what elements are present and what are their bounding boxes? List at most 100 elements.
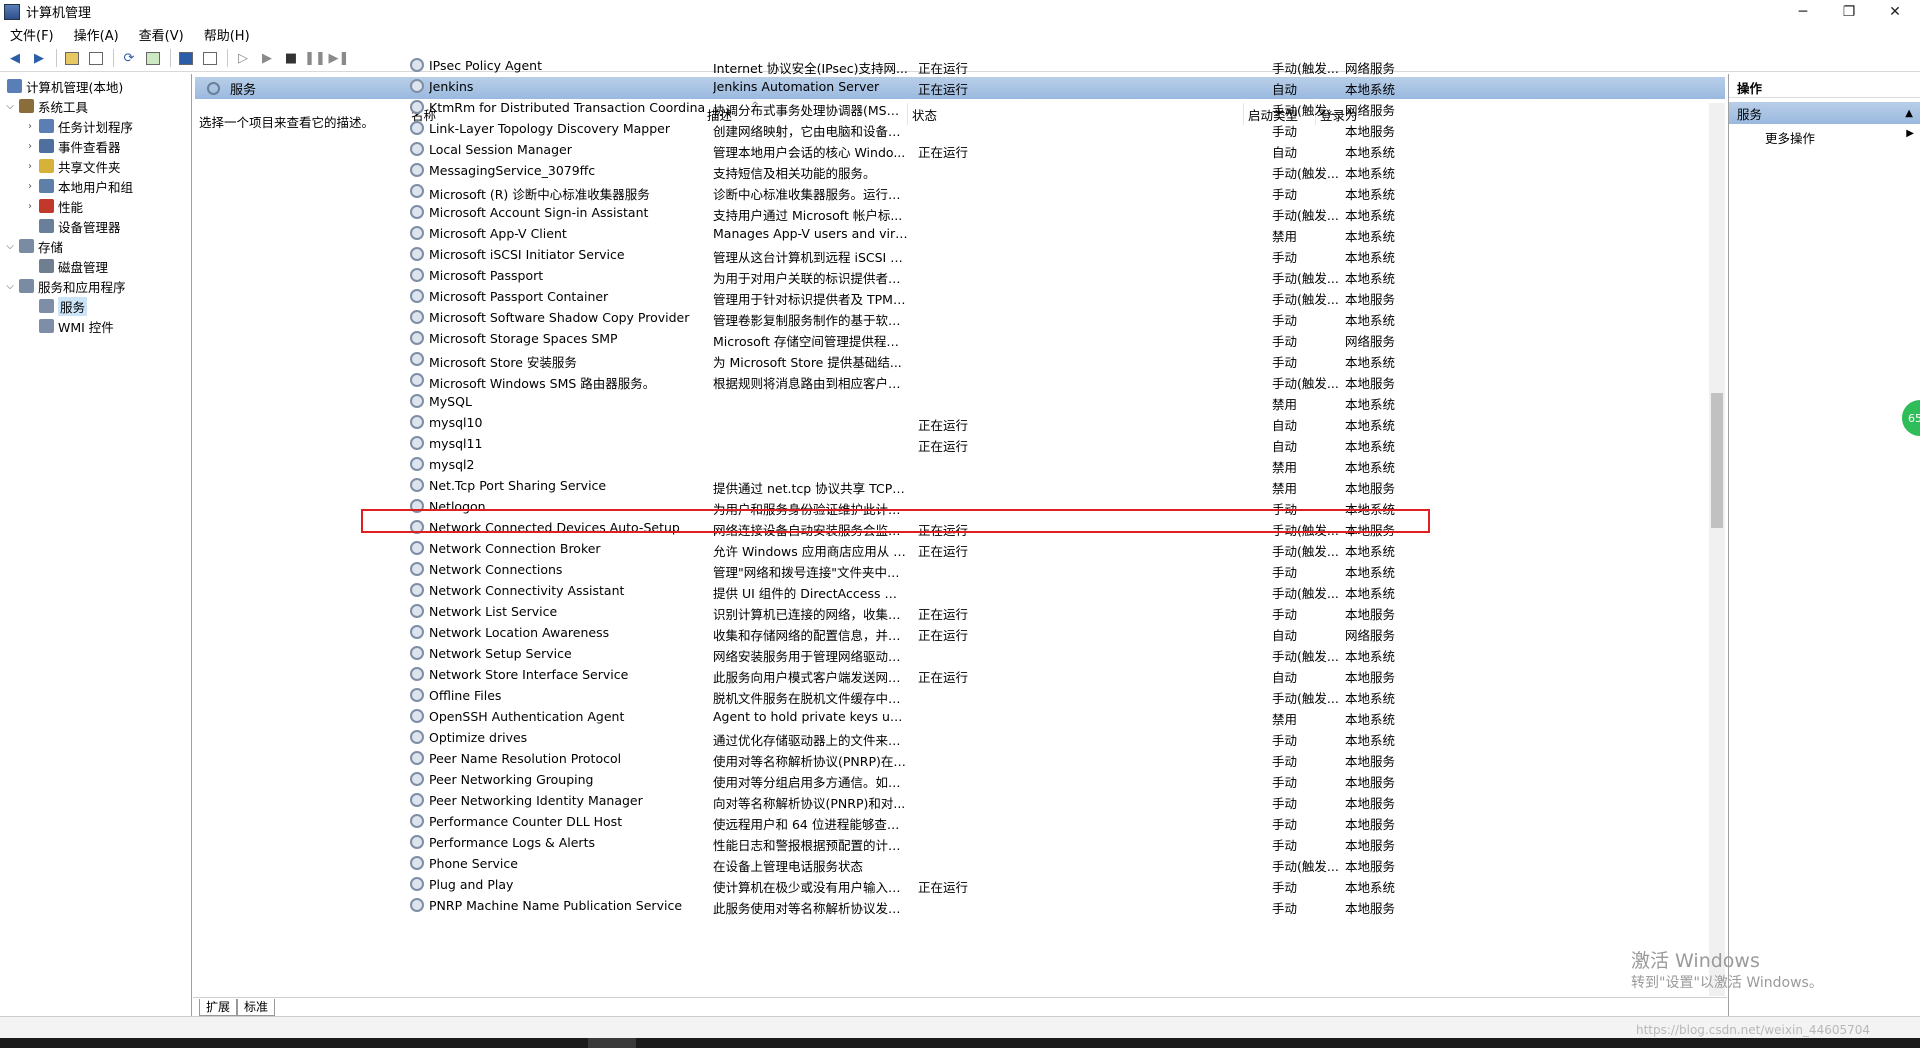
table-row[interactable]: Phone Service 在设备上管理电话服务状态 手动(触发... 本地服务: [218, 853, 1395, 874]
table-row[interactable]: Microsoft Storage Spaces SMP Microsoft 存储…: [218, 328, 1395, 349]
table-row[interactable]: Performance Counter DLL Host 使远程用户和 64 位进…: [218, 811, 1395, 832]
expand-right-icon[interactable]: ›: [24, 141, 36, 152]
table-row[interactable]: Peer Networking Identity Manager 向对等名称解析协…: [218, 790, 1395, 811]
service-name: Network Location Awareness: [429, 625, 610, 640]
service-startup-type: 手动: [1272, 355, 1298, 370]
menu-help[interactable]: 帮助(H): [194, 25, 260, 44]
table-row[interactable]: PNRP Machine Name Publication Service 此服务…: [218, 895, 1395, 916]
table-row[interactable]: Link-Layer Topology Discovery Mapper 创建网络…: [218, 118, 1395, 139]
tree-root[interactable]: 计算机管理(本地): [4, 76, 123, 96]
export-list-icon[interactable]: [142, 47, 164, 69]
table-row[interactable]: Peer Name Resolution Protocol 使用对等名称解析协议(…: [218, 748, 1395, 769]
scrollbar-thumb[interactable]: [1711, 393, 1723, 528]
tree-item[interactable]: 设备管理器: [24, 216, 121, 236]
table-row[interactable]: Microsoft Account Sign-in Assistant 支持用户通…: [218, 202, 1395, 223]
expand-down-icon[interactable]: ⌵: [4, 281, 16, 292]
computer-icon: [7, 79, 22, 93]
table-row[interactable]: OpenSSH Authentication Agent Agent to hol…: [218, 706, 1395, 727]
service-status: 正在运行: [918, 523, 969, 538]
menu-view[interactable]: 查看(V): [129, 25, 194, 44]
taskbar-button[interactable]: [588, 1038, 636, 1048]
service-gear-icon: [410, 394, 424, 408]
expand-right-icon[interactable]: ›: [24, 121, 36, 132]
table-row[interactable]: Network Connectivity Assistant 提供 UI 组件的 …: [218, 580, 1395, 601]
tree-item[interactable]: › 任务计划程序: [24, 116, 133, 136]
help-icon[interactable]: [175, 47, 197, 69]
table-row[interactable]: Network List Service 识别计算机已连接的网络，收集和... 正在…: [218, 601, 1395, 622]
service-gear-icon: [410, 373, 424, 387]
tree-item[interactable]: ⌵ 服务和应用程序: [4, 276, 126, 296]
tab-standard[interactable]: 标准: [237, 998, 276, 1016]
table-row[interactable]: MySQL 禁用 本地系统: [218, 391, 1395, 412]
table-row[interactable]: Microsoft Passport 为用于对用户关联的标识提供者进... 手动(触…: [218, 265, 1395, 286]
table-row[interactable]: Microsoft (R) 诊断中心标准收集器服务 诊断中心标准收集器服务。运行时…: [218, 181, 1395, 202]
tree-item[interactable]: ⌵ 系统工具: [4, 96, 88, 116]
refresh-icon[interactable]: ⟳: [118, 47, 140, 69]
more-actions-item[interactable]: 更多操作: [1765, 128, 1815, 147]
show-hide-tree-icon[interactable]: [85, 47, 107, 69]
tree-item[interactable]: 磁盘管理: [24, 256, 108, 276]
tree-item[interactable]: › 事件查看器: [24, 136, 121, 156]
service-startup-type: 手动(触发...: [1272, 271, 1338, 286]
table-row[interactable]: mysql2 禁用 本地系统: [218, 454, 1395, 475]
service-log-on-as: 本地系统: [1345, 187, 1396, 202]
table-row[interactable]: Plug and Play 使计算机在极少或没有用户输入的... 正在运行 手动 本地系…: [218, 874, 1395, 895]
computer-management-icon: [4, 3, 20, 20]
service-log-on-as: 本地系统: [1345, 565, 1396, 580]
table-row[interactable]: Offline Files 脱机文件服务在脱机文件缓存中执... 手动(触发... 本…: [218, 685, 1395, 706]
table-row[interactable]: Jenkins Jenkins Automation Server 正在运行 自动 本地…: [218, 76, 1395, 97]
close-button[interactable]: ✕: [1872, 0, 1918, 23]
table-row[interactable]: Network Connection Broker 允许 Windows 应用商店…: [218, 538, 1395, 559]
tab-extended[interactable]: 扩展: [199, 998, 238, 1016]
table-row[interactable]: Microsoft iSCSI Initiator Service 管理从这台计算…: [218, 244, 1395, 265]
table-row[interactable]: Peer Networking Grouping 使用对等分组启用多方通信。如果.…: [218, 769, 1395, 790]
table-row[interactable]: Microsoft App-V Client Manages App-V user…: [218, 223, 1395, 244]
table-row[interactable]: Local Session Manager 管理本地用户会话的核心 Windo..…: [218, 139, 1395, 160]
tree-item[interactable]: WMI 控件: [24, 316, 114, 336]
table-row[interactable]: Optimize drives 通过优化存储驱动器上的文件来帮... 手动 本地系统: [218, 727, 1395, 748]
table-row[interactable]: mysql10 正在运行 自动 本地系统: [218, 412, 1395, 433]
expand-right-icon[interactable]: ›: [24, 201, 36, 212]
table-row[interactable]: Microsoft Passport Container 管理用于针对标识提供者及…: [218, 286, 1395, 307]
forward-arrow-icon[interactable]: ▶: [28, 47, 50, 69]
table-row[interactable]: Microsoft Windows SMS 路由器服务。 根据规则将消息路由到相应…: [218, 370, 1395, 391]
table-row[interactable]: Netlogon 为用户和服务身份验证维护此计算... 手动 本地系统: [218, 496, 1395, 517]
tree-item[interactable]: ⌵ 存储: [4, 236, 63, 256]
table-row[interactable]: Performance Logs & Alerts 性能日志和警报根据预配置的计划…: [218, 832, 1395, 853]
expand-down-icon[interactable]: ⌵: [4, 241, 16, 252]
tree-item-label: 事件查看器: [58, 139, 121, 155]
menu-file[interactable]: 文件(F): [0, 25, 64, 44]
table-row[interactable]: KtmRm for Distributed Transaction Coordi…: [218, 97, 1395, 118]
tree-item[interactable]: › 性能: [24, 196, 83, 216]
restore-button[interactable]: ❐: [1826, 0, 1872, 23]
tree-item[interactable]: › 本地用户和组: [24, 176, 133, 196]
table-row[interactable]: Network Location Awareness 收集和存储网络的配置信息，并…: [218, 622, 1395, 643]
tree-item[interactable]: 服务: [24, 296, 88, 316]
expand-right-icon[interactable]: ›: [24, 181, 36, 192]
back-arrow-icon[interactable]: ◀: [4, 47, 26, 69]
table-row[interactable]: Network Connected Devices Auto-Setup 网络连接…: [218, 517, 1395, 538]
vertical-scrollbar[interactable]: [1709, 103, 1725, 996]
table-row[interactable]: Net.Tcp Port Sharing Service 提供通过 net.tcp…: [218, 475, 1395, 496]
collapse-up-icon[interactable]: ▲: [1905, 108, 1913, 119]
minimize-button[interactable]: ─: [1780, 0, 1826, 23]
table-row[interactable]: MessagingService_3079ffc 支持短信及相关功能的服务。 手动(…: [218, 160, 1395, 181]
table-row[interactable]: Network Setup Service 网络安装服务用于管理网络驱动程... 手…: [218, 643, 1395, 664]
table-row[interactable]: Network Store Interface Service 此服务向用户模式客…: [218, 664, 1395, 685]
service-log-on-as: 网络服务: [1345, 103, 1396, 118]
menu-action[interactable]: 操作(A): [64, 25, 129, 44]
expand-down-icon[interactable]: ⌵: [4, 101, 16, 112]
table-row[interactable]: IPsec Policy Agent Internet 协议安全(IPsec)支持…: [218, 55, 1395, 76]
up-folder-icon[interactable]: [61, 47, 83, 69]
tree-item-icon: [39, 259, 54, 273]
expand-right-icon[interactable]: ›: [24, 161, 36, 172]
table-row[interactable]: Network Connections 管理"网络和拨号连接"文件夹中对... 手动…: [218, 559, 1395, 580]
table-row[interactable]: mysql11 正在运行 自动 本地系统: [218, 433, 1395, 454]
service-startup-type: 自动: [1272, 670, 1298, 685]
tree-item[interactable]: › 共享文件夹: [24, 156, 121, 176]
actions-section-services[interactable]: 服务 ▲: [1729, 102, 1920, 124]
table-row[interactable]: Microsoft Store 安装服务 为 Microsoft Store 提供…: [218, 349, 1395, 370]
table-row[interactable]: Microsoft Software Shadow Copy Provider 管…: [218, 307, 1395, 328]
service-description: 使用对等分组启用多方通信。如果...: [713, 775, 908, 790]
service-description: 为用户和服务身份验证维护此计算...: [713, 502, 908, 517]
